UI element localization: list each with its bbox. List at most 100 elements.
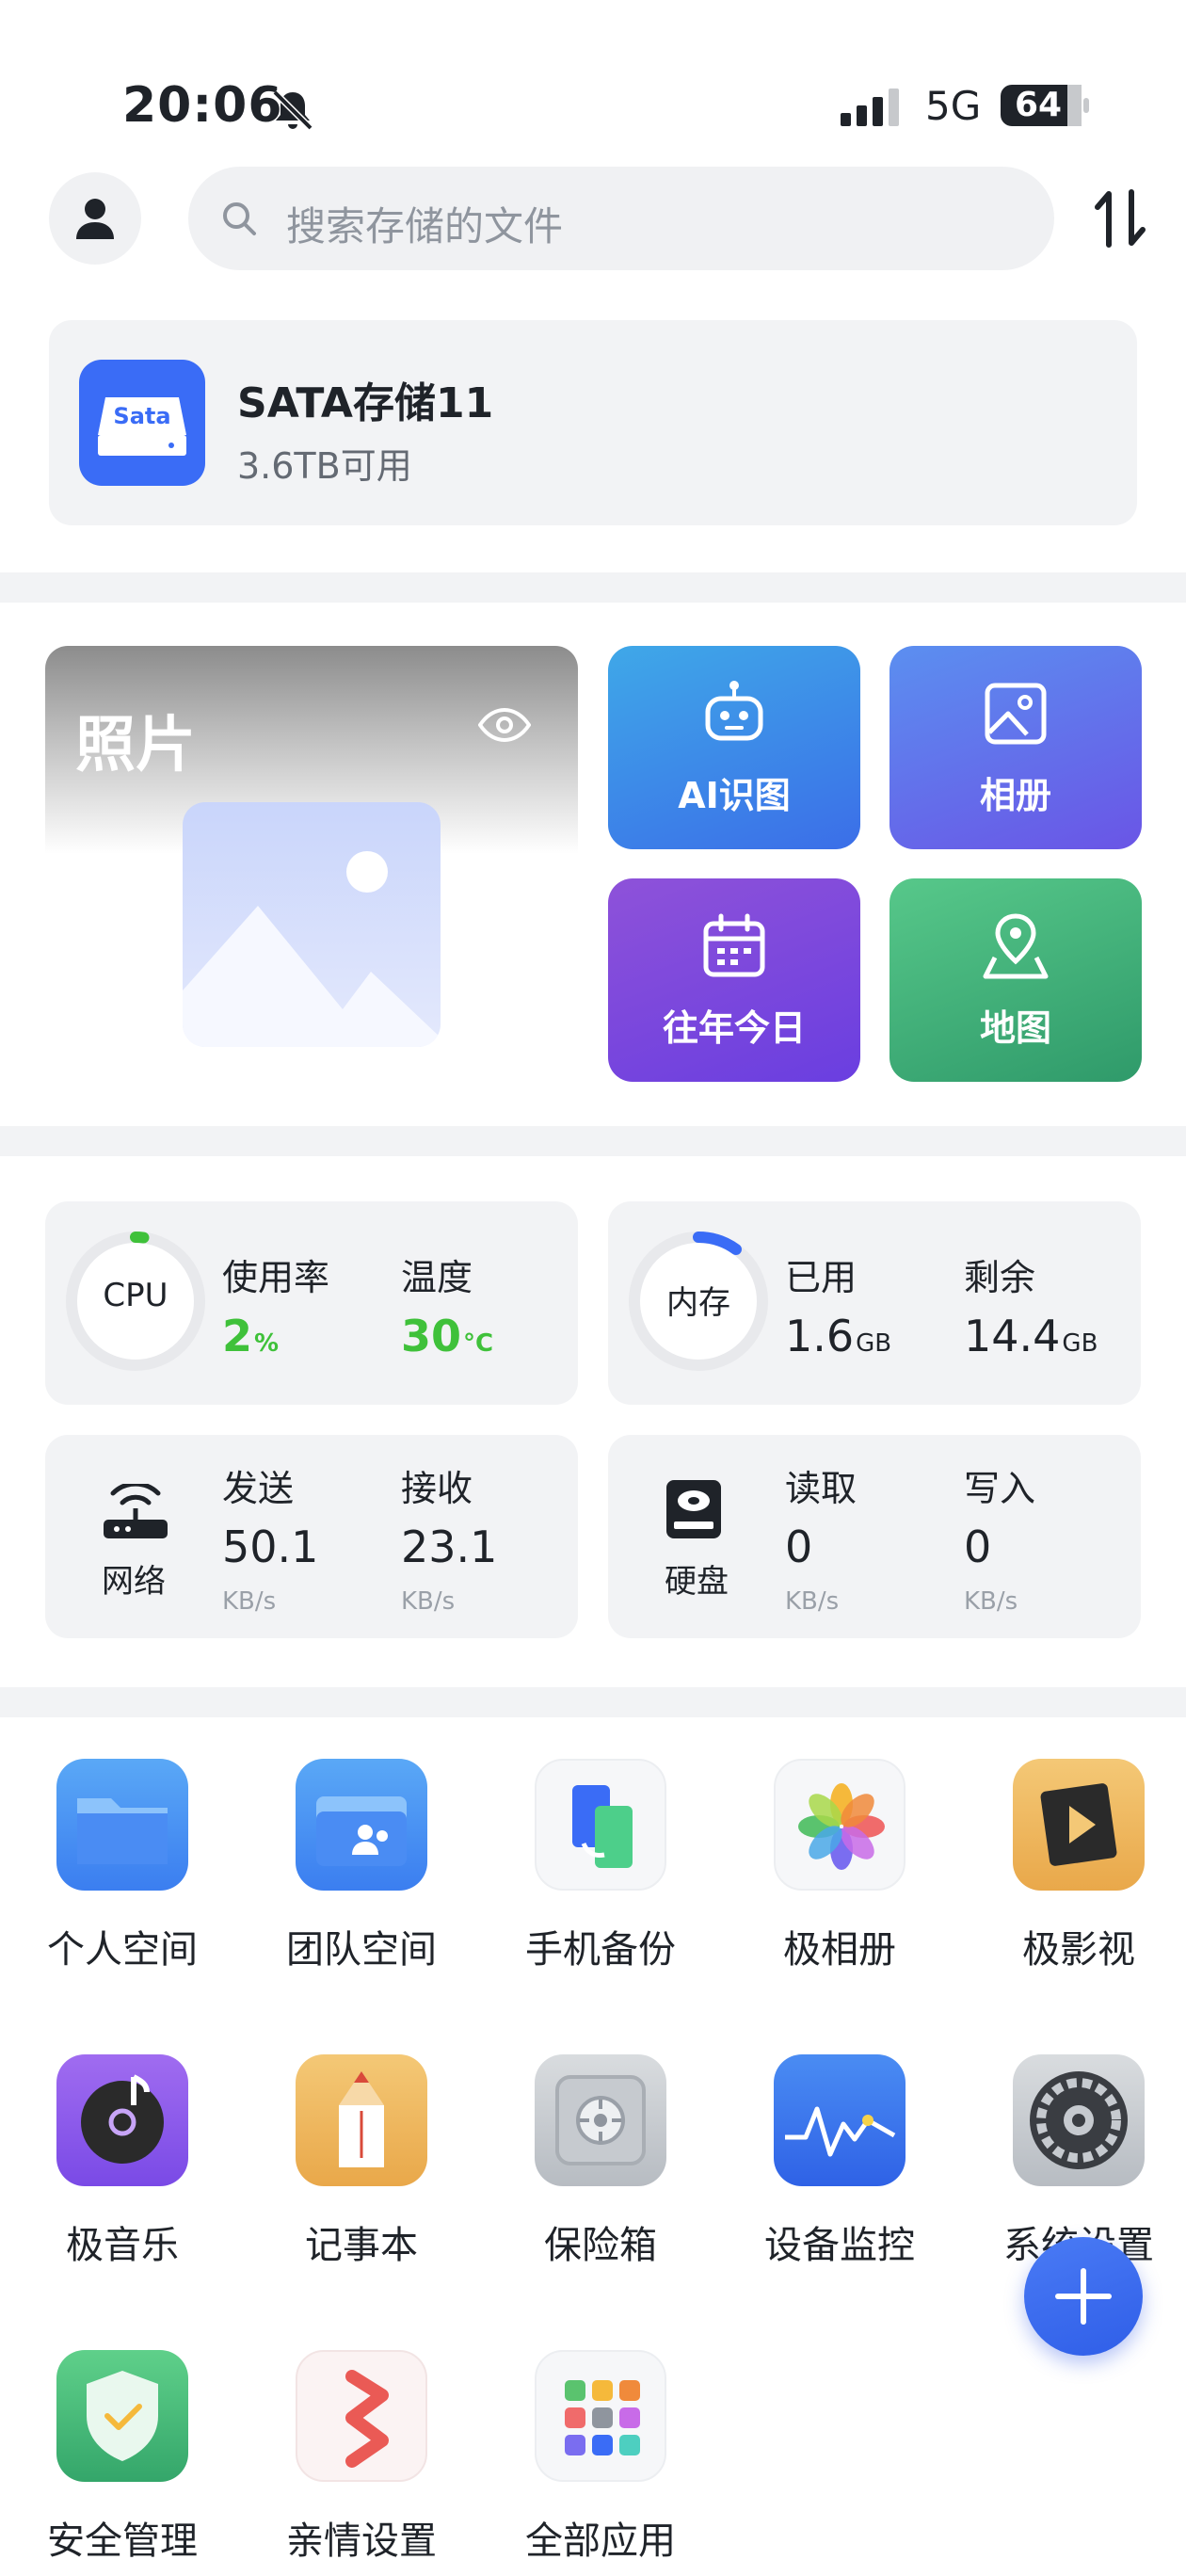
disk-label: 硬盘 — [665, 1563, 729, 1601]
monitor-icon — [774, 2054, 906, 2186]
disk-read-value: 0 — [785, 1521, 813, 1572]
tile-ai-recognition[interactable]: AI识图 — [608, 646, 860, 849]
avatar-button[interactable] — [49, 172, 141, 265]
photo-placeholder-image — [183, 802, 441, 1047]
network-send-value: 50.1 — [222, 1521, 319, 1572]
app-label: 极相册 — [783, 1928, 896, 1972]
network-recv-unit: KB/s — [401, 1587, 456, 1616]
network-recv-value: 23.1 — [401, 1521, 498, 1572]
add-button[interactable] — [1024, 2237, 1143, 2356]
memory-used-value: 1.6GB — [785, 1311, 891, 1361]
network-stat-card[interactable]: 网络 发送 50.1 KB/s 接收 23.1 KB/s — [45, 1435, 578, 1638]
bell-muted-icon — [272, 89, 313, 131]
section-divider — [0, 572, 1186, 603]
cpu-temp-value: 30°C — [401, 1311, 493, 1361]
photos-card[interactable]: 照片 — [45, 646, 578, 1079]
router-icon — [104, 1484, 168, 1538]
app-label: 极音乐 — [66, 2224, 179, 2267]
cpu-temp-unit: °C — [463, 1329, 494, 1358]
status-bar: 20:06 5G 64 — [0, 0, 1186, 151]
cpu-stat-card[interactable]: CPU 使用率 2% 温度 30°C — [45, 1201, 578, 1405]
app-label: 设备监控 — [764, 2224, 915, 2267]
plus-icon — [1055, 2268, 1112, 2325]
app-safe[interactable]: 保险箱 — [488, 2054, 695, 2290]
app-label: 个人空间 — [47, 1928, 198, 1972]
app-security[interactable]: 安全管理 — [9, 2350, 216, 2576]
family-icon — [296, 2350, 427, 2482]
app-team-space[interactable]: 团队空间 — [248, 1759, 456, 1994]
tile-label: AI识图 — [678, 775, 791, 816]
cpu-usage-value: 2% — [222, 1311, 279, 1361]
app-family-settings[interactable]: 亲情设置 — [248, 2350, 456, 2576]
team-folder-icon — [296, 1759, 427, 1891]
map-pin-icon — [983, 913, 1049, 979]
app-label: 手机备份 — [525, 1928, 676, 1972]
memory-free-unit: GB — [1062, 1329, 1098, 1358]
search-icon — [223, 202, 256, 235]
storage-name: SATA存储11 — [237, 379, 494, 427]
app-label: 保险箱 — [544, 2224, 657, 2267]
image-icon — [985, 683, 1047, 745]
tile-map[interactable]: 地图 — [890, 878, 1142, 1082]
notes-icon — [296, 2054, 427, 2186]
settings-gear-icon — [1013, 2054, 1145, 2186]
all-apps-icon — [535, 2350, 666, 2482]
cpu-usage-label: 使用率 — [222, 1257, 330, 1298]
robot-icon — [705, 681, 763, 741]
music-icon — [56, 2054, 188, 2186]
battery-icon: 64 — [1000, 84, 1090, 127]
sata-drive-icon: Sata — [79, 360, 205, 486]
section-divider — [0, 1126, 1186, 1156]
app-label: 团队空间 — [286, 1928, 437, 1972]
signal-icon — [841, 89, 899, 126]
search-input[interactable]: 搜索存储的文件 — [188, 167, 1054, 270]
tile-on-this-day[interactable]: 往年今日 — [608, 878, 860, 1082]
app-all-apps[interactable]: 全部应用 — [488, 2350, 695, 2576]
app-video[interactable]: 极影视 — [966, 1759, 1173, 1994]
storage-card[interactable]: Sata SATA存储11 3.6TB可用 — [49, 320, 1137, 525]
network-label: 网络 — [102, 1563, 166, 1601]
disk-write-label: 写入 — [964, 1468, 1036, 1509]
cpu-usage-unit: % — [254, 1329, 280, 1358]
cpu-usage-number: 2 — [222, 1311, 253, 1361]
disk-write-value: 0 — [964, 1521, 992, 1572]
eye-icon[interactable] — [478, 708, 531, 742]
app-phone-backup[interactable]: 手机备份 — [488, 1759, 695, 1994]
tile-label: 往年今日 — [662, 1007, 806, 1049]
status-time: 20:06 — [122, 77, 283, 134]
folder-icon — [56, 1759, 188, 1891]
disk-stat-card[interactable]: 硬盘 读取 0 KB/s 写入 0 KB/s — [608, 1435, 1141, 1638]
calendar-icon — [703, 913, 765, 977]
battery-level: 64 — [1014, 86, 1063, 124]
app-music[interactable]: 极音乐 — [9, 2054, 216, 2290]
safe-icon — [535, 2054, 666, 2186]
sort-icon[interactable] — [1092, 188, 1148, 249]
app-label: 极影视 — [1022, 1928, 1135, 1972]
memory-ring-label: 内存 — [666, 1284, 730, 1322]
network-send-unit: KB/s — [222, 1587, 277, 1616]
photos-flower-icon — [774, 1759, 906, 1891]
disk-read-label: 读取 — [785, 1468, 857, 1509]
app-device-monitor[interactable]: 设备监控 — [727, 2054, 934, 2290]
network-send-label: 发送 — [222, 1468, 295, 1509]
tile-album[interactable]: 相册 — [890, 646, 1142, 849]
home-screen: 20:06 5G 64 搜索存储的文件 Sata SATA存储11 3.6TB可… — [0, 0, 1186, 2576]
app-label: 亲情设置 — [286, 2520, 437, 2563]
memory-used-unit: GB — [856, 1329, 892, 1358]
app-label: 记事本 — [305, 2224, 418, 2267]
cpu-temp-label: 温度 — [401, 1257, 473, 1298]
app-label: 全部应用 — [525, 2520, 676, 2563]
memory-free-number: 14.4 — [964, 1311, 1061, 1361]
disk-read-unit: KB/s — [785, 1587, 840, 1616]
section-divider — [0, 1687, 1186, 1717]
cpu-ring-label: CPU — [103, 1277, 168, 1314]
app-personal-space[interactable]: 个人空间 — [9, 1759, 216, 1994]
network-type: 5G — [925, 83, 982, 129]
app-notes[interactable]: 记事本 — [248, 2054, 456, 2290]
app-photos[interactable]: 极相册 — [727, 1759, 934, 1994]
memory-free-value: 14.4GB — [964, 1311, 1098, 1361]
hard-disk-icon — [666, 1480, 721, 1538]
memory-stat-card[interactable]: 内存 已用 1.6GB 剩余 14.4GB — [608, 1201, 1141, 1405]
disk-write-unit: KB/s — [964, 1587, 1018, 1616]
sata-icon-text: Sata — [113, 403, 171, 429]
